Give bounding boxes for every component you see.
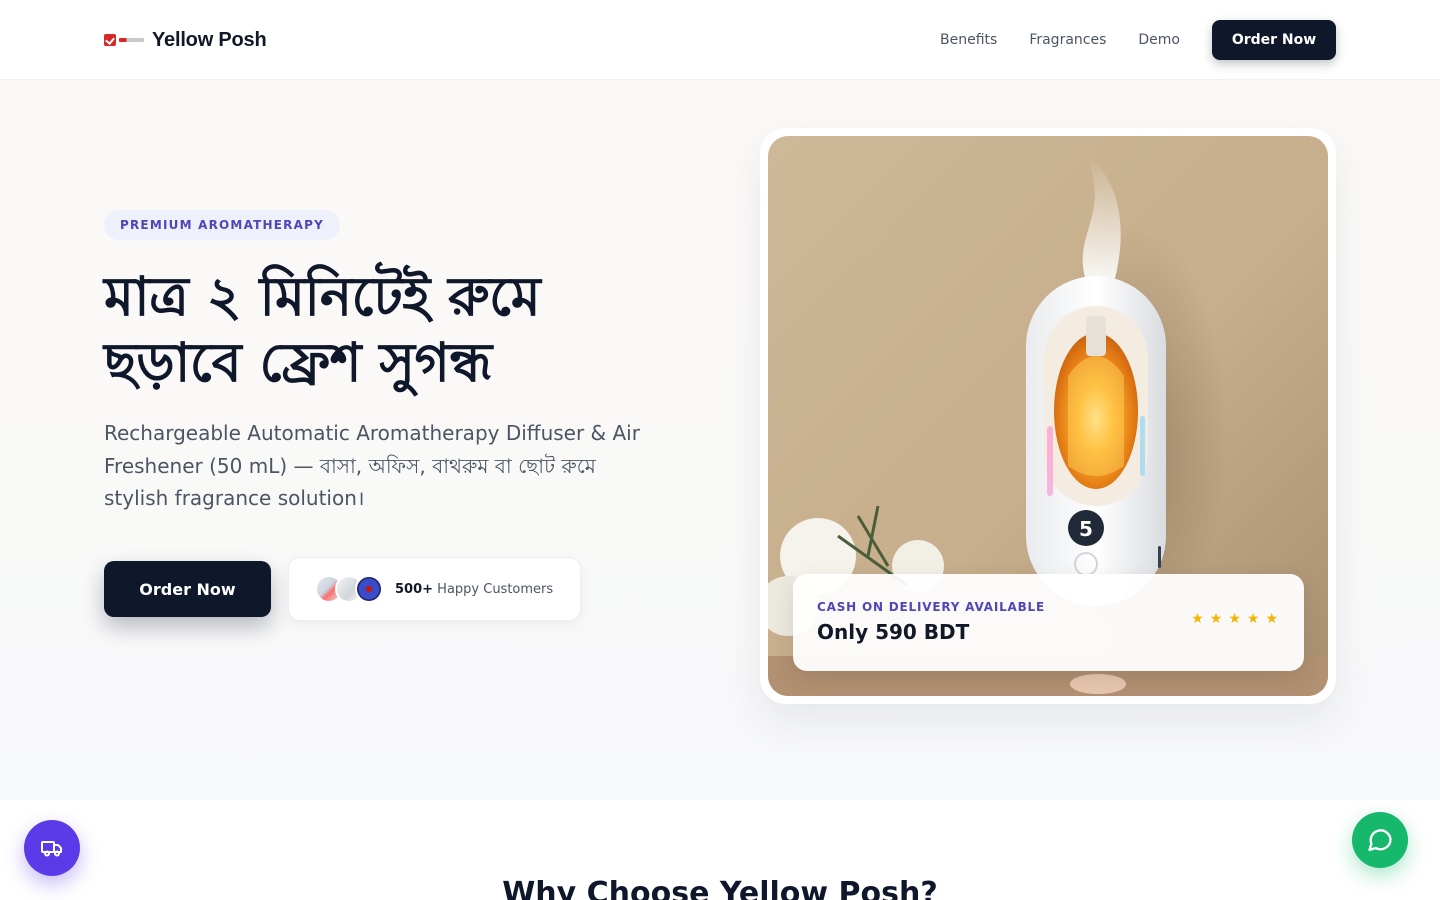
customers-count: 500+ [395, 581, 434, 597]
nav-link-demo[interactable]: Demo [1138, 30, 1180, 50]
hero-subtext: Rechargeable Automatic Aromatherapy Diff… [104, 421, 640, 510]
brand-logo-icon [104, 32, 144, 48]
star-icon: ★ [1228, 611, 1241, 627]
why-choose-heading: Why Choose Yellow Posh? [502, 876, 938, 900]
star-icon: ★ [1191, 611, 1204, 627]
avatar [355, 575, 383, 603]
nav-link-benefits[interactable]: Benefits [940, 30, 997, 50]
svg-text:5: 5 [1079, 517, 1093, 541]
star-icon: ★ [1209, 611, 1223, 627]
header-order-button[interactable]: Order Now [1212, 20, 1336, 60]
delivery-info-card: CASH ON DELIVERY AVAILABLE Only 590 BDT … [793, 574, 1304, 671]
star-icon: ★ [1265, 611, 1278, 627]
hero-order-button[interactable]: Order Now [104, 561, 271, 617]
site-header: Yellow Posh Benefits Fragrances Demo Ord… [0, 0, 1440, 80]
hero-section: PREMIUM AROMATHERAPY মাত্র ২ মিনিটেই রুম… [0, 80, 1440, 800]
track-order-button[interactable] [24, 820, 80, 876]
customers-label: Happy Customers [437, 581, 554, 597]
customers-text: 500+ Happy Customers [395, 582, 553, 597]
chat-bubble-icon [1368, 829, 1392, 852]
star-icon: ★ [1246, 611, 1260, 627]
customer-avatars [315, 575, 383, 603]
price-label: Only 590 BDT [817, 620, 970, 644]
product-card: 5 CASH ON DELIVERY AVAILABLE Only 590 BD… [760, 128, 1336, 704]
truck-icon [41, 841, 62, 857]
hero-badge: PREMIUM AROMATHERAPY [104, 210, 340, 240]
hero-headline: মাত্র ২ মিনিটেই রুমে ছড়াবে ফ্রেশ সুগন্ধ [104, 265, 541, 394]
brand[interactable]: Yellow Posh [104, 26, 267, 54]
chat-button[interactable] [1352, 812, 1408, 868]
happy-customers-pill: 500+ Happy Customers [288, 557, 581, 621]
main-nav: Benefits Fragrances Demo [940, 30, 1180, 50]
brand-name: Yellow Posh [152, 28, 267, 51]
rating-stars: ★ ★ ★ ★ ★ [1191, 612, 1278, 626]
cod-label: CASH ON DELIVERY AVAILABLE [817, 600, 1046, 614]
nav-link-fragrances[interactable]: Fragrances [1029, 30, 1106, 50]
